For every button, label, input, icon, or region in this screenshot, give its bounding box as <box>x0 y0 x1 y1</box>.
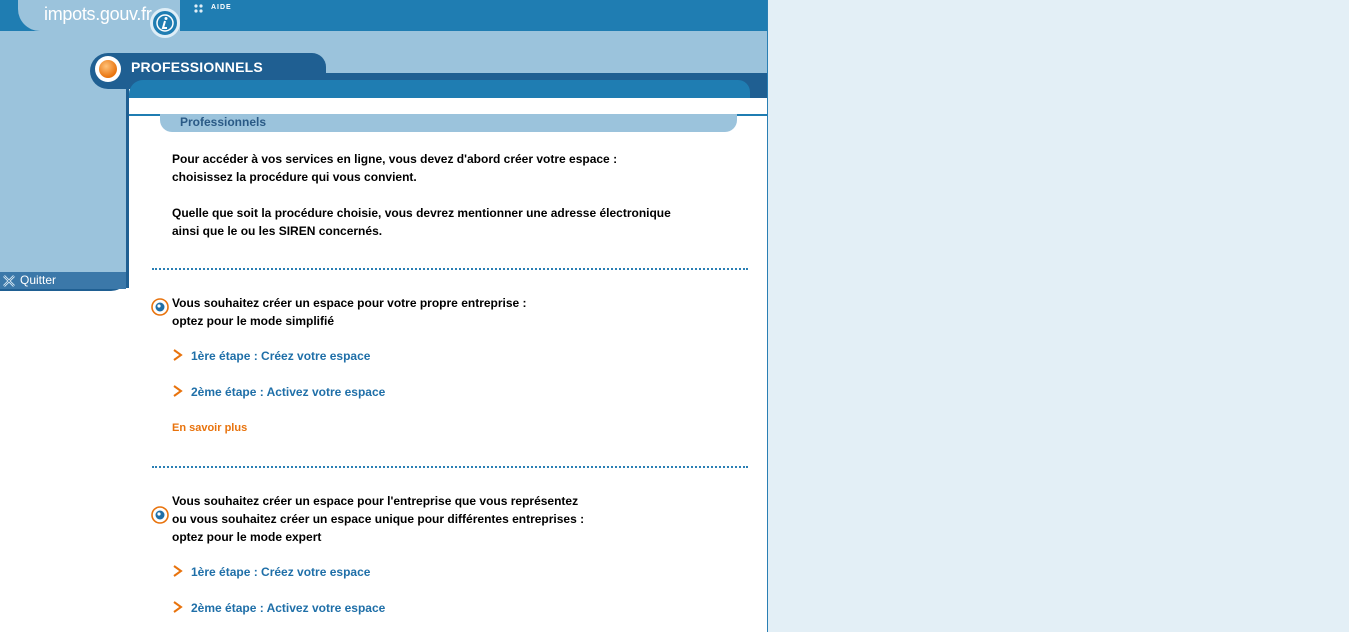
simplified-step1-link[interactable]: 1ère étape : Créez votre espace <box>191 349 370 363</box>
site-logo[interactable]: impots.gouv.fr <box>44 4 152 25</box>
option-bullet-icon <box>151 298 169 316</box>
help-link[interactable]: AIDE <box>211 4 232 11</box>
divider <box>152 466 748 468</box>
info-icon <box>150 8 180 38</box>
help-dots-icon <box>194 4 203 13</box>
intro-text-4: ainsi que le ou les SIREN concernés. <box>172 224 383 238</box>
section-title: Professionnels <box>180 115 267 129</box>
expert-text-1: Vous souhaitez créer un espace pour l'en… <box>172 494 579 508</box>
divider <box>152 268 748 270</box>
chevron-right-icon <box>173 565 183 577</box>
chevron-right-icon <box>173 601 183 613</box>
intro-text-3: Quelle que soit la procédure choisie, vo… <box>172 206 671 220</box>
intro-text-1: Pour accéder à vos services en ligne, vo… <box>172 152 618 166</box>
option-bullet-icon <box>151 506 169 524</box>
expert-text-3: optez pour le mode expert <box>172 530 322 544</box>
close-icon <box>3 275 15 287</box>
expert-step1-link[interactable]: 1ère étape : Créez votre espace <box>191 565 370 579</box>
simplified-step2-link[interactable]: 2ème étape : Activez votre espace <box>191 385 385 399</box>
main-frame: impots.gouv.fr AIDE Quitter PROFESSIONNE… <box>0 0 768 632</box>
frame-border <box>767 0 768 632</box>
intro-text-2: choisissez la procédure qui vous convien… <box>172 170 417 184</box>
quit-button[interactable] <box>0 272 126 289</box>
learn-more-link[interactable]: En savoir plus <box>172 422 247 434</box>
chevron-right-icon <box>173 349 183 361</box>
chevron-right-icon <box>173 385 183 397</box>
expert-step2-link[interactable]: 2ème étape : Activez votre espace <box>191 601 385 615</box>
expert-text-2: ou vous souhaitez créer un espace unique… <box>172 512 585 526</box>
banner-title: PROFESSIONNELS <box>131 59 263 75</box>
simplified-text-2: optez pour le mode simplifié <box>172 314 335 328</box>
quit-label[interactable]: Quitter <box>20 273 56 287</box>
content-left-border <box>126 98 129 288</box>
left-sidebar <box>0 73 129 291</box>
simplified-text-1: Vous souhaitez créer un espace pour votr… <box>172 296 527 310</box>
orange-ball-icon <box>99 60 117 78</box>
content-header-bar <box>129 80 750 98</box>
